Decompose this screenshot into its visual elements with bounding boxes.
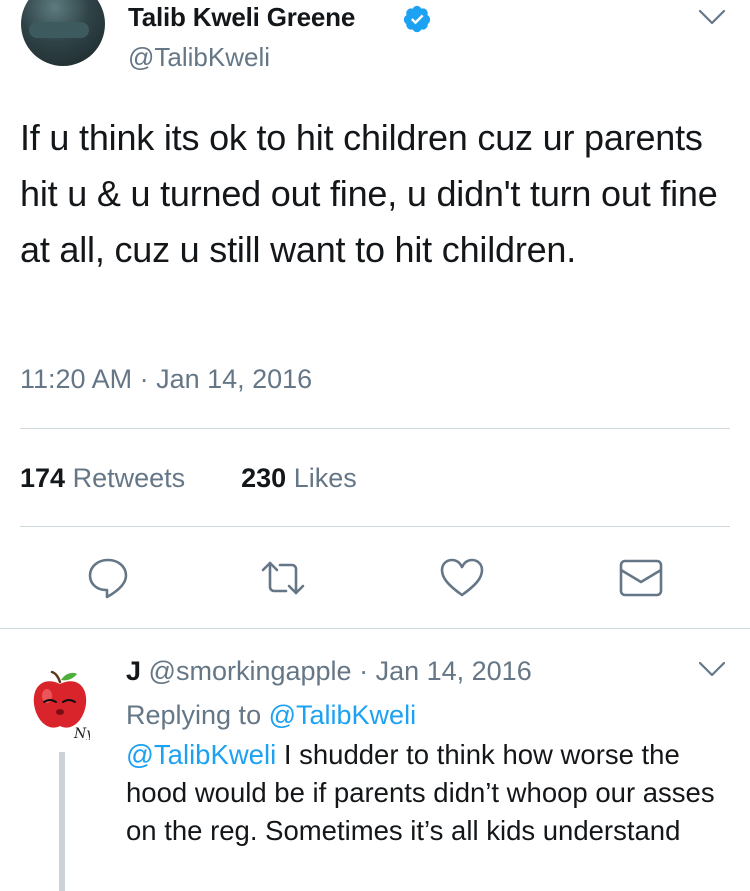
replying-to-label: Replying to — [126, 700, 262, 730]
heart-icon[interactable] — [438, 554, 486, 602]
likes-label: Likes — [293, 463, 357, 493]
tweet-text: If u think its ok to hit children cuz ur… — [20, 117, 718, 270]
reply-icon[interactable] — [84, 554, 132, 602]
divider — [0, 628, 750, 629]
retweets-count: 174 — [20, 463, 66, 493]
retweets-stat[interactable]: 174 Retweets — [20, 463, 185, 493]
author-avatar[interactable] — [21, 0, 105, 66]
reply-mention[interactable]: @TalibKweli — [126, 739, 276, 770]
chevron-down-icon[interactable] — [697, 8, 727, 28]
likes-stat[interactable]: 230 Likes — [241, 463, 357, 493]
envelope-icon[interactable] — [617, 554, 665, 602]
reply-author-name[interactable]: J — [126, 656, 141, 686]
verified-badge-icon — [403, 5, 431, 33]
author-name[interactable]: Talib Kweli Greene — [128, 2, 355, 33]
tweet-timestamp[interactable]: 11:20 AM · Jan 14, 2016 — [20, 364, 312, 395]
svg-text:Ny: Ny — [73, 726, 90, 740]
replying-to: Replying to @TalibKweli — [126, 700, 416, 731]
likes-count: 230 — [241, 463, 287, 493]
tweet-stats: 174 Retweets 230 Likes — [20, 463, 357, 494]
reply-author-handle[interactable]: @smorkingapple — [149, 656, 352, 686]
replying-to-handle[interactable]: @TalibKweli — [269, 700, 416, 730]
divider — [20, 428, 730, 429]
reply-date[interactable]: · Jan 14, 2016 — [359, 656, 532, 686]
chevron-down-icon[interactable] — [697, 660, 727, 680]
reply-avatar[interactable]: Ny — [30, 668, 90, 740]
thread-line — [59, 752, 65, 891]
avatar-car-shape — [29, 22, 89, 38]
author-handle[interactable]: @TalibKweli — [128, 42, 270, 73]
retweet-icon[interactable] — [259, 554, 307, 602]
reply-text: @TalibKweli I shudder to think how worse… — [126, 736, 736, 850]
reply-header: J @smorkingapple · Jan 14, 2016 — [126, 656, 532, 687]
retweets-label: Retweets — [72, 463, 186, 493]
divider — [20, 526, 730, 527]
